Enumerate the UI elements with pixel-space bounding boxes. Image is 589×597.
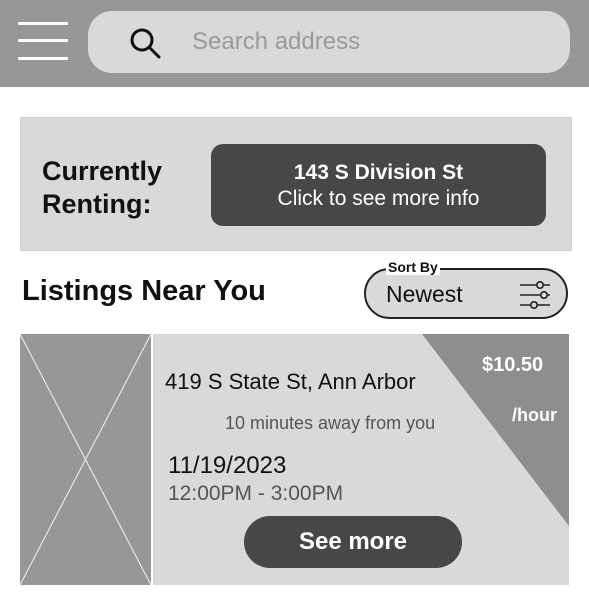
card-divider	[151, 334, 153, 585]
sort-caption: Sort By	[386, 259, 440, 275]
currently-renting-label: Currently Renting:	[42, 156, 163, 219]
current-rental-action-text: Click to see more info	[277, 187, 480, 210]
sort-value: Newest	[386, 281, 463, 307]
image-placeholder-icon	[20, 334, 152, 585]
search-icon	[130, 28, 161, 59]
listing-price: $10.50	[482, 354, 544, 376]
search-input[interactable]	[192, 21, 552, 63]
top-bar	[0, 0, 589, 87]
listing-price-unit: /hour	[512, 405, 557, 425]
listings-title: Listings Near You	[22, 275, 266, 307]
current-rental-button[interactable]: 143 S Division St Click to see more info	[211, 144, 546, 226]
listing-card[interactable]: $10.50 /hour 419 S State St, Ann Arbor 1…	[20, 334, 569, 585]
search-bar[interactable]	[88, 11, 570, 73]
page: Currently Renting: 143 S Division St Cli…	[0, 0, 589, 597]
listing-distance: 10 minutes away from you	[225, 413, 436, 433]
listing-date: 11/19/2023	[168, 452, 287, 479]
sort-dropdown[interactable]: Newest	[364, 268, 568, 319]
listing-address: 419 S State St, Ann Arbor	[165, 369, 416, 394]
filter-sliders-icon	[520, 280, 550, 309]
listing-time: 12:00PM - 3:00PM	[168, 482, 344, 505]
menu-icon[interactable]	[18, 22, 68, 62]
current-rental-address: 143 S Division St	[293, 161, 464, 184]
see-more-button[interactable]: See more	[244, 516, 462, 568]
currently-renting-panel: Currently Renting: 143 S Division St Cli…	[20, 117, 572, 251]
